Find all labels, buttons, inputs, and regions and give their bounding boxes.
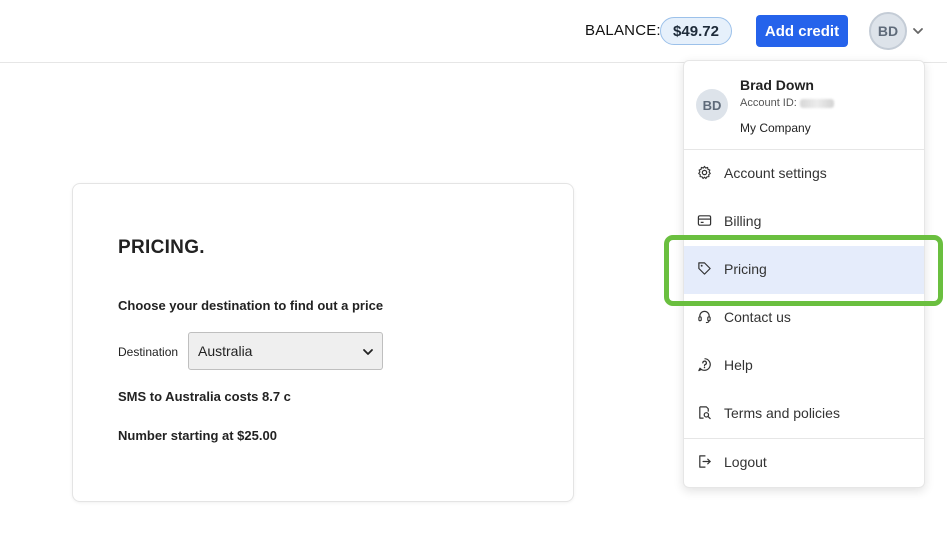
menu-item-account-settings[interactable]: Account settings bbox=[684, 150, 924, 196]
logout-icon bbox=[699, 455, 711, 468]
menu-item-label: Contact us bbox=[724, 309, 791, 325]
account-id-redacted bbox=[799, 98, 834, 108]
company-name: My Company bbox=[740, 121, 811, 135]
account-id-label: Account ID: bbox=[740, 97, 797, 109]
number-cost-text: Number starting at $25.00 bbox=[118, 428, 277, 443]
page-title: PRICING. bbox=[118, 237, 205, 258]
user-avatar-button[interactable]: BD bbox=[869, 12, 907, 50]
user-name: Brad Down bbox=[740, 77, 814, 93]
menu-item-label: Help bbox=[724, 357, 753, 373]
credit-card-icon bbox=[697, 215, 712, 226]
chevron-down-icon bbox=[363, 349, 373, 355]
menu-item-label: Logout bbox=[724, 454, 767, 470]
menu-item-terms-and-policies[interactable]: Terms and policies bbox=[684, 390, 924, 436]
sms-cost-text: SMS to Australia costs 8.7 c bbox=[118, 389, 291, 404]
gear-icon bbox=[698, 165, 711, 180]
destination-select[interactable]: Australia bbox=[188, 332, 383, 370]
headset-icon bbox=[698, 310, 711, 324]
pricing-instructions: Choose your destination to find out a pr… bbox=[118, 298, 384, 313]
balance-value-badge: $49.72 bbox=[660, 17, 732, 45]
menu-item-label: Billing bbox=[724, 213, 762, 229]
document-search-icon bbox=[699, 406, 711, 420]
destination-label: Destination bbox=[118, 345, 179, 359]
menu-item-label: Account settings bbox=[724, 165, 827, 181]
menu-item-label: Terms and policies bbox=[724, 405, 840, 421]
help-icon bbox=[698, 358, 711, 372]
account-id: Account ID: bbox=[740, 97, 834, 109]
destination-selected-value: Australia bbox=[198, 343, 253, 359]
pricing-card: PRICING. Choose your destination to find… bbox=[72, 183, 574, 502]
avatar: BD bbox=[696, 89, 728, 121]
top-bar: BALANCE: $49.72 Add credit BD bbox=[0, 0, 947, 63]
add-credit-button[interactable]: Add credit bbox=[756, 15, 848, 47]
menu-item-logout[interactable]: Logout bbox=[684, 439, 924, 485]
user-info-header: BD Brad Down Account ID: My Company bbox=[684, 61, 924, 150]
highlight-annotation bbox=[664, 235, 943, 306]
menu-item-help[interactable]: Help bbox=[684, 342, 924, 388]
chevron-down-icon[interactable] bbox=[911, 24, 925, 38]
balance-label: BALANCE: bbox=[585, 22, 661, 39]
